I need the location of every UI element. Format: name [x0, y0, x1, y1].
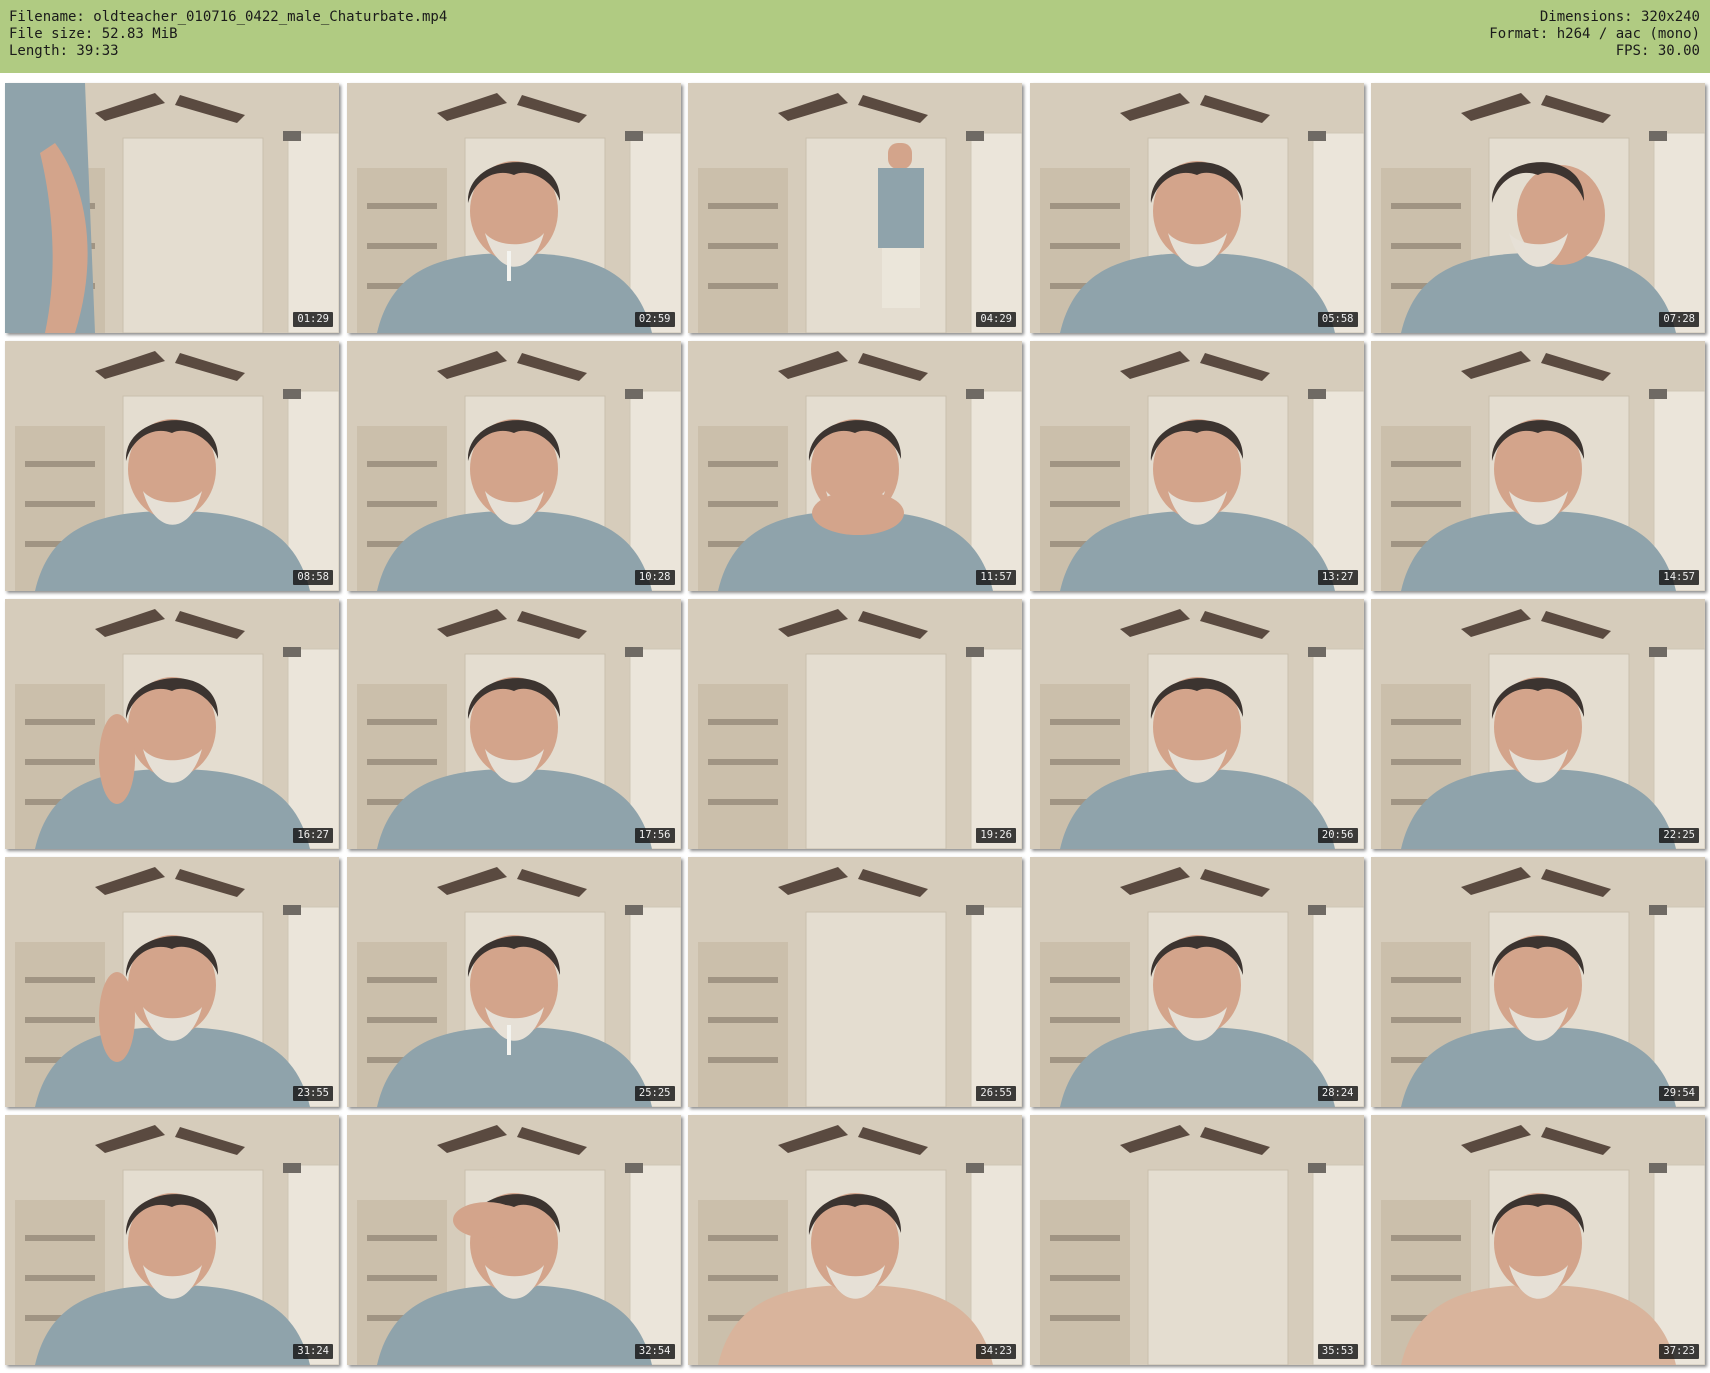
video-thumbnail[interactable]: 01:29: [5, 83, 339, 333]
timestamp-label: 32:54: [634, 1344, 675, 1359]
timestamp-label: 13:27: [1317, 570, 1358, 585]
video-thumbnail[interactable]: 37:23: [1371, 1115, 1705, 1365]
timestamp-label: 28:24: [1317, 1086, 1358, 1101]
timestamp-label: 14:57: [1659, 570, 1699, 585]
info-left: Filename: oldteacher_010716_0422_male_Ch…: [9, 9, 447, 60]
video-thumbnail[interactable]: 14:57: [1371, 341, 1705, 591]
thumbnail-image: [346, 857, 681, 1107]
timestamp-label: 34:23: [976, 1344, 1016, 1359]
video-thumbnail[interactable]: 23:55: [5, 857, 339, 1107]
timestamp-label: 05:58: [1317, 312, 1358, 327]
video-thumbnail[interactable]: 08:58: [5, 341, 339, 591]
video-thumbnail[interactable]: 17:56: [346, 599, 681, 849]
video-thumbnail[interactable]: 13:27: [1029, 341, 1364, 591]
format-text: Format: h264 / aac (mono): [1489, 26, 1700, 42]
timestamp-label: 22:25: [1659, 828, 1699, 843]
video-thumbnail[interactable]: 34:23: [688, 1115, 1022, 1365]
video-thumbnail[interactable]: 29:54: [1371, 857, 1705, 1107]
timestamp-label: 02:59: [634, 312, 675, 327]
thumbnail-image: [5, 341, 339, 591]
info-header: Filename: oldteacher_010716_0422_male_Ch…: [0, 0, 1710, 73]
video-thumbnail[interactable]: 16:27: [5, 599, 339, 849]
timestamp-label: 31:24: [293, 1344, 333, 1359]
timestamp-label: 17:56: [634, 828, 675, 843]
filesize-text: File size: 52.83 MiB: [9, 26, 178, 42]
timestamp-label: 26:55: [976, 1086, 1016, 1101]
thumbnail-image: [346, 1115, 681, 1365]
video-thumbnail[interactable]: 19:26: [688, 599, 1022, 849]
timestamp-label: 25:25: [634, 1086, 675, 1101]
thumbnail-image: [346, 341, 681, 591]
thumbnail-image: [688, 857, 1022, 1107]
thumbnail-image: [1371, 857, 1705, 1107]
video-thumbnail[interactable]: 35:53: [1029, 1115, 1364, 1365]
video-thumbnail[interactable]: 28:24: [1029, 857, 1364, 1107]
thumbnail-image: [1371, 599, 1705, 849]
timestamp-label: 37:23: [1659, 1344, 1699, 1359]
thumbnail-image: [1029, 857, 1364, 1107]
thumbnail-image: [346, 599, 681, 849]
thumbnail-image: [688, 1115, 1022, 1365]
thumbnail-image: [688, 83, 1022, 333]
timestamp-label: 11:57: [976, 570, 1016, 585]
video-thumbnail[interactable]: 31:24: [5, 1115, 339, 1365]
timestamp-label: 19:26: [976, 828, 1016, 843]
timestamp-label: 04:29: [976, 312, 1016, 327]
timestamp-label: 23:55: [293, 1086, 333, 1101]
thumbnail-image: [5, 599, 339, 849]
thumbnail-image: [1029, 83, 1364, 333]
thumbnail-image: [5, 83, 339, 333]
timestamp-label: 35:53: [1317, 1344, 1358, 1359]
timestamp-label: 07:28: [1659, 312, 1699, 327]
video-thumbnail[interactable]: 04:29: [688, 83, 1022, 333]
timestamp-label: 08:58: [293, 570, 333, 585]
thumbnail-image: [1371, 341, 1705, 591]
thumbnail-image: [1371, 83, 1705, 333]
timestamp-label: 20:56: [1317, 828, 1358, 843]
video-thumbnail[interactable]: 10:28: [346, 341, 681, 591]
thumbnail-image: [5, 1115, 339, 1365]
video-thumbnail[interactable]: 02:59: [346, 83, 681, 333]
video-thumbnail[interactable]: 05:58: [1029, 83, 1364, 333]
video-thumbnail[interactable]: 26:55: [688, 857, 1022, 1107]
video-thumbnail[interactable]: 11:57: [688, 341, 1022, 591]
thumbnail-image: [1371, 1115, 1705, 1365]
info-right: Dimensions: 320x240 Format: h264 / aac (…: [1489, 9, 1700, 60]
timestamp-label: 16:27: [293, 828, 333, 843]
thumbnail-image: [1029, 341, 1364, 591]
thumbnail-image: [5, 857, 339, 1107]
video-thumbnail[interactable]: 25:25: [346, 857, 681, 1107]
fps-text: FPS: 30.00: [1615, 43, 1700, 59]
thumbnail-image: [688, 341, 1022, 591]
video-thumbnail[interactable]: 32:54: [346, 1115, 681, 1365]
thumbnail-image: [1029, 1115, 1364, 1365]
thumbnail-image: [1029, 599, 1364, 849]
video-thumbnail[interactable]: 22:25: [1371, 599, 1705, 849]
dimensions-text: Dimensions: 320x240: [1539, 9, 1700, 25]
thumbnail-image: [346, 83, 681, 333]
thumbnail-image: [688, 599, 1022, 849]
timestamp-label: 29:54: [1659, 1086, 1699, 1101]
filename-text: Filename: oldteacher_010716_0422_male_Ch…: [9, 9, 448, 25]
video-thumbnail[interactable]: 20:56: [1029, 599, 1364, 849]
video-thumbnail[interactable]: 07:28: [1371, 83, 1705, 333]
length-text: Length: 39:33: [9, 43, 119, 59]
timestamp-label: 10:28: [634, 570, 675, 585]
timestamp-label: 01:29: [293, 312, 333, 327]
